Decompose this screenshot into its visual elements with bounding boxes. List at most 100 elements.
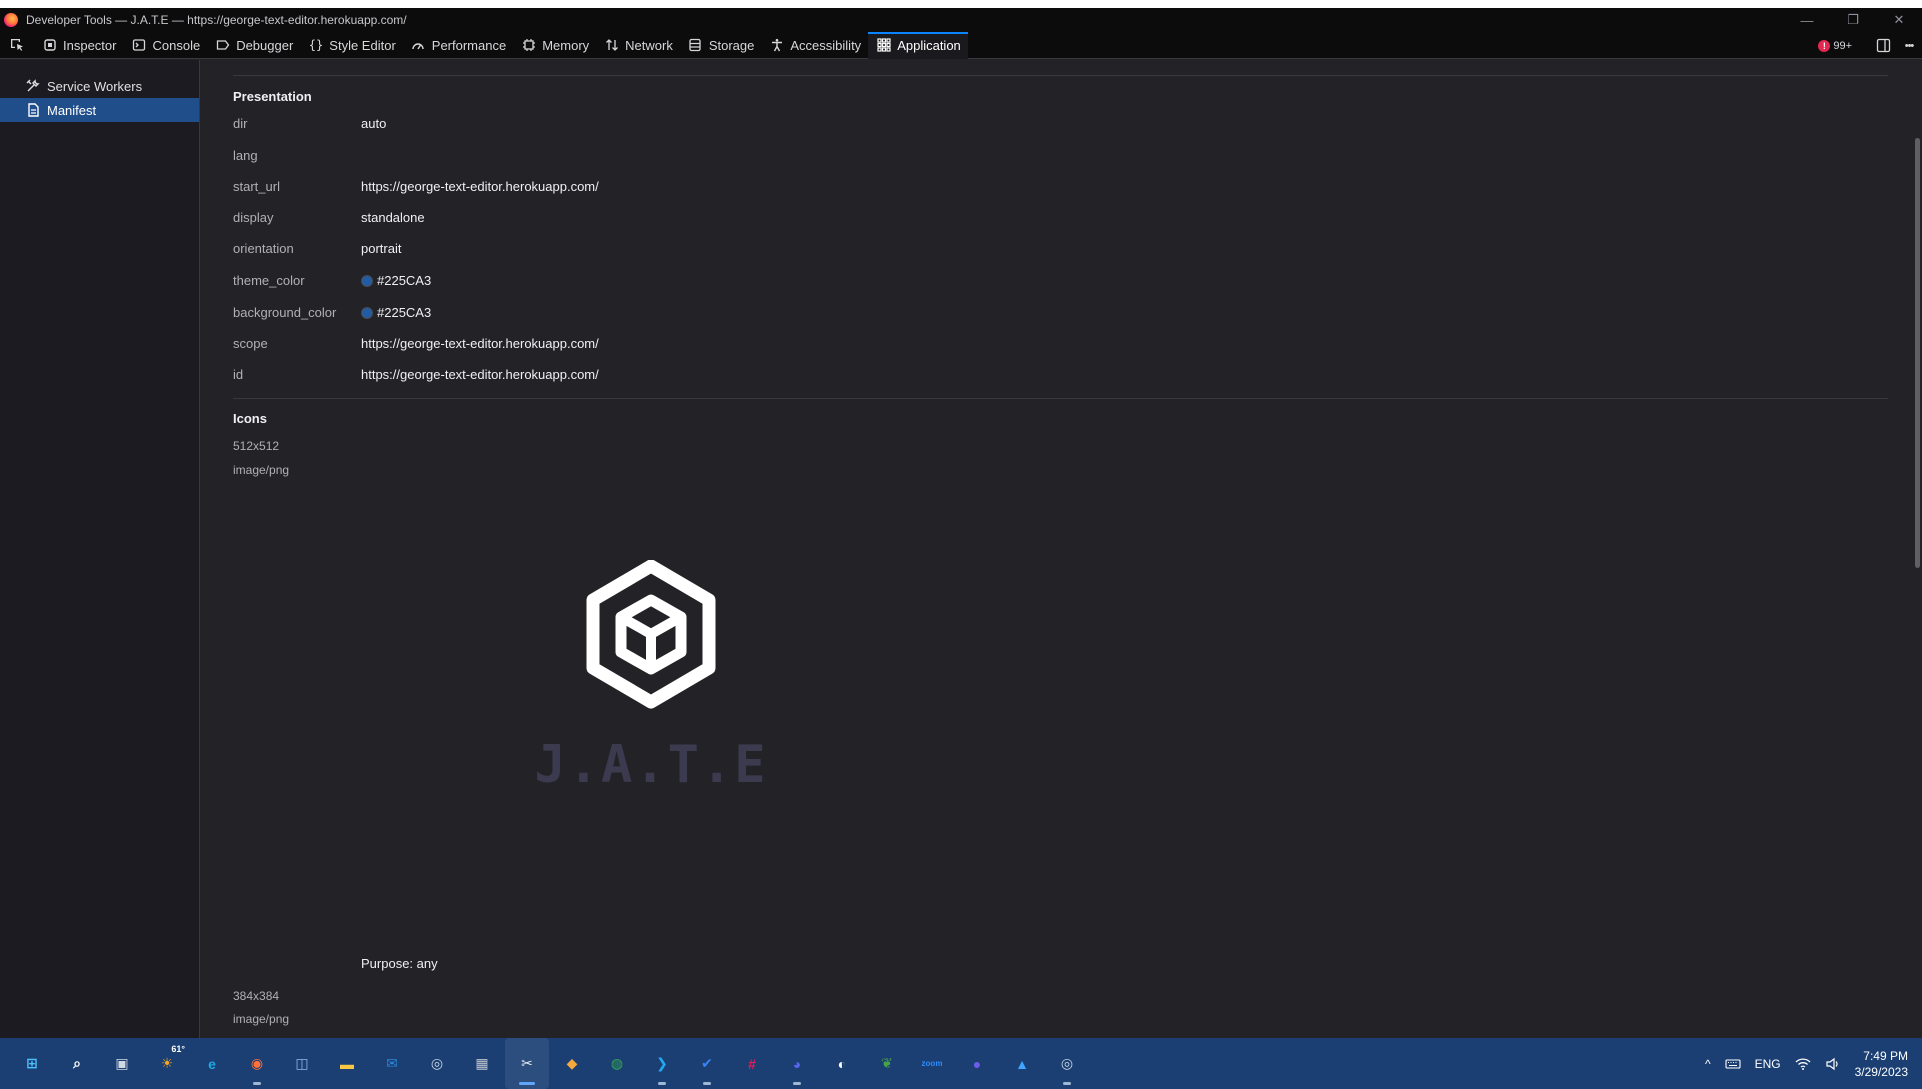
icon-type: image/png: [233, 463, 290, 477]
wifi-icon[interactable]: [1795, 1056, 1811, 1072]
clock-date: 3/29/2023: [1854, 1064, 1908, 1079]
manifest-key-id: id: [233, 367, 244, 382]
icons-heading: Icons: [233, 411, 267, 426]
running-indicator: [519, 1082, 535, 1085]
tab-storage[interactable]: Storage: [680, 32, 762, 59]
tab-label: Memory: [542, 37, 590, 53]
minimize-button[interactable]: —: [1784, 8, 1830, 32]
tab-label: Debugger: [236, 37, 294, 53]
error-count-badge[interactable]: ! 99+: [1818, 39, 1852, 52]
tab-network[interactable]: Network: [596, 32, 680, 59]
icon-type: image/png: [233, 1012, 290, 1026]
more-options-button[interactable]: •••: [1896, 32, 1922, 59]
devtools-toolbar: Inspector Console Debugger {} Style Edit…: [0, 31, 1922, 59]
manifest-key-background-color: background_color: [233, 305, 337, 320]
taskbar-zoom-button[interactable]: zoom: [910, 1038, 954, 1089]
taskbar-mail-button[interactable]: ✉: [370, 1038, 414, 1089]
dock-side-button[interactable]: [1870, 32, 1896, 59]
tab-label: Storage: [708, 37, 755, 53]
slack-icon: #: [748, 1055, 756, 1072]
keyboard-icon[interactable]: [1725, 1056, 1741, 1072]
taskbar-task-view-button[interactable]: ▣: [100, 1038, 144, 1089]
section-divider: [233, 398, 1888, 399]
taskbar-edge-button[interactable]: e: [190, 1038, 234, 1089]
taskbar-git-button[interactable]: ◆: [550, 1038, 594, 1089]
tab-performance[interactable]: Performance: [403, 32, 513, 59]
volume-icon[interactable]: [1825, 1056, 1841, 1072]
steam-icon: ◎: [430, 1055, 444, 1071]
manifest-key-scope: scope: [233, 336, 268, 351]
dock-side-icon: [1876, 38, 1890, 53]
top-edge-strip: [0, 0, 1922, 8]
manifest-value-background-color: #225CA3: [361, 305, 431, 320]
tab-application[interactable]: Application: [868, 31, 968, 59]
network-icon: [604, 38, 619, 53]
taskbar-mongodb-button[interactable]: ❦: [865, 1038, 909, 1089]
taskbar-todo-button[interactable]: ✔: [685, 1038, 729, 1089]
taskbar-photos-button[interactable]: ◫: [280, 1038, 324, 1089]
taskbar-photo-editor-button[interactable]: ▲: [1000, 1038, 1044, 1089]
tab-label: Inspector: [63, 37, 117, 53]
tab-debugger[interactable]: Debugger: [207, 32, 300, 59]
tab-console[interactable]: Console: [123, 32, 207, 59]
manifest-key-theme-color: theme_color: [233, 273, 305, 288]
sidebar-item-service-workers[interactable]: Service Workers: [0, 74, 199, 98]
icon-size: 512x512: [233, 439, 280, 453]
taskbar-weather-widget-button[interactable]: ☀ 61°: [145, 1038, 189, 1089]
taskbar-clock[interactable]: 7:49 PM 3/29/2023: [1855, 1048, 1908, 1080]
taskbar-start-button-button[interactable]: ⊞: [10, 1038, 54, 1089]
tab-accessibility[interactable]: Accessibility: [761, 32, 868, 59]
scrollbar-thumb[interactable]: [1915, 138, 1920, 568]
restore-button[interactable]: ❐: [1830, 8, 1876, 32]
application-sidebar: Service Workers Manifest: [0, 60, 200, 1038]
weather-temperature: 61°: [171, 1044, 185, 1054]
tab-label: Application: [897, 37, 961, 53]
photo-editor-icon: ▲: [1015, 1055, 1029, 1072]
steam-icon-2: ◎: [1060, 1055, 1074, 1071]
manifest-panel: Presentation dir auto lang start_url htt…: [201, 60, 1913, 1038]
more-icon: •••: [1904, 39, 1915, 52]
tab-memory[interactable]: Memory: [513, 32, 596, 59]
sidebar-item-label: Manifest: [47, 102, 97, 118]
manifest-value-start-url: https://george-text-editor.herokuapp.com…: [361, 179, 599, 194]
taskbar-chrome-button[interactable]: ◍: [595, 1038, 639, 1089]
tab-style-editor[interactable]: {} Style Editor: [300, 32, 402, 59]
memory-icon: [521, 38, 536, 53]
manifest-value-theme-color: #225CA3: [361, 273, 431, 288]
firefox-icon: ◉: [250, 1055, 264, 1071]
taskbar-file-explorer-button[interactable]: ▬: [325, 1038, 369, 1089]
performance-icon: [411, 38, 426, 53]
edge-icon: e: [208, 1055, 216, 1072]
taskbar-calculator-button[interactable]: ▦: [460, 1038, 504, 1089]
taskbar-eclipse-button[interactable]: ●: [955, 1038, 999, 1089]
sidebar-item-manifest[interactable]: Manifest: [0, 98, 199, 122]
taskbar-firefox-button[interactable]: ◉: [235, 1038, 279, 1089]
tray-overflow-chevron-icon[interactable]: ^: [1705, 1057, 1711, 1071]
taskbar-slack-button[interactable]: #: [730, 1038, 774, 1089]
language-indicator[interactable]: ENG: [1755, 1057, 1781, 1071]
tab-label: Console: [152, 37, 201, 53]
git-icon: ◆: [566, 1055, 578, 1071]
taskbar-discord-button[interactable]: ◕: [775, 1038, 819, 1089]
console-icon: [131, 38, 146, 53]
tab-inspector[interactable]: Inspector: [34, 32, 123, 59]
color-value: #225CA3: [377, 273, 432, 288]
window-title-bar: Developer Tools — J.A.T.E — https://geor…: [0, 8, 1922, 32]
debugger-icon: [215, 38, 230, 53]
manifest-key-orientation: orientation: [233, 241, 294, 256]
manifest-key-dir: dir: [233, 116, 248, 131]
close-button[interactable]: ✕: [1876, 8, 1922, 32]
taskbar-github-button[interactable]: ◐: [820, 1038, 864, 1089]
taskbar-steam-button[interactable]: ◎: [1045, 1038, 1089, 1089]
taskbar-search-button[interactable]: ⌕: [55, 1038, 99, 1089]
element-picker-button[interactable]: [0, 32, 34, 59]
zoom-icon: zoom: [921, 1059, 943, 1068]
taskbar-vscode-button[interactable]: ❯: [640, 1038, 684, 1089]
running-indicator: [253, 1082, 261, 1085]
task-view-icon: ▣: [115, 1055, 129, 1071]
manifest-value-scope: https://george-text-editor.herokuapp.com…: [361, 336, 599, 351]
window-title: Developer Tools — J.A.T.E — https://geor…: [26, 13, 407, 27]
taskbar-steam-button[interactable]: ◎: [415, 1038, 459, 1089]
taskbar-snipping-tool-button[interactable]: ✂: [505, 1038, 549, 1089]
todo-icon: ✔: [701, 1055, 713, 1071]
